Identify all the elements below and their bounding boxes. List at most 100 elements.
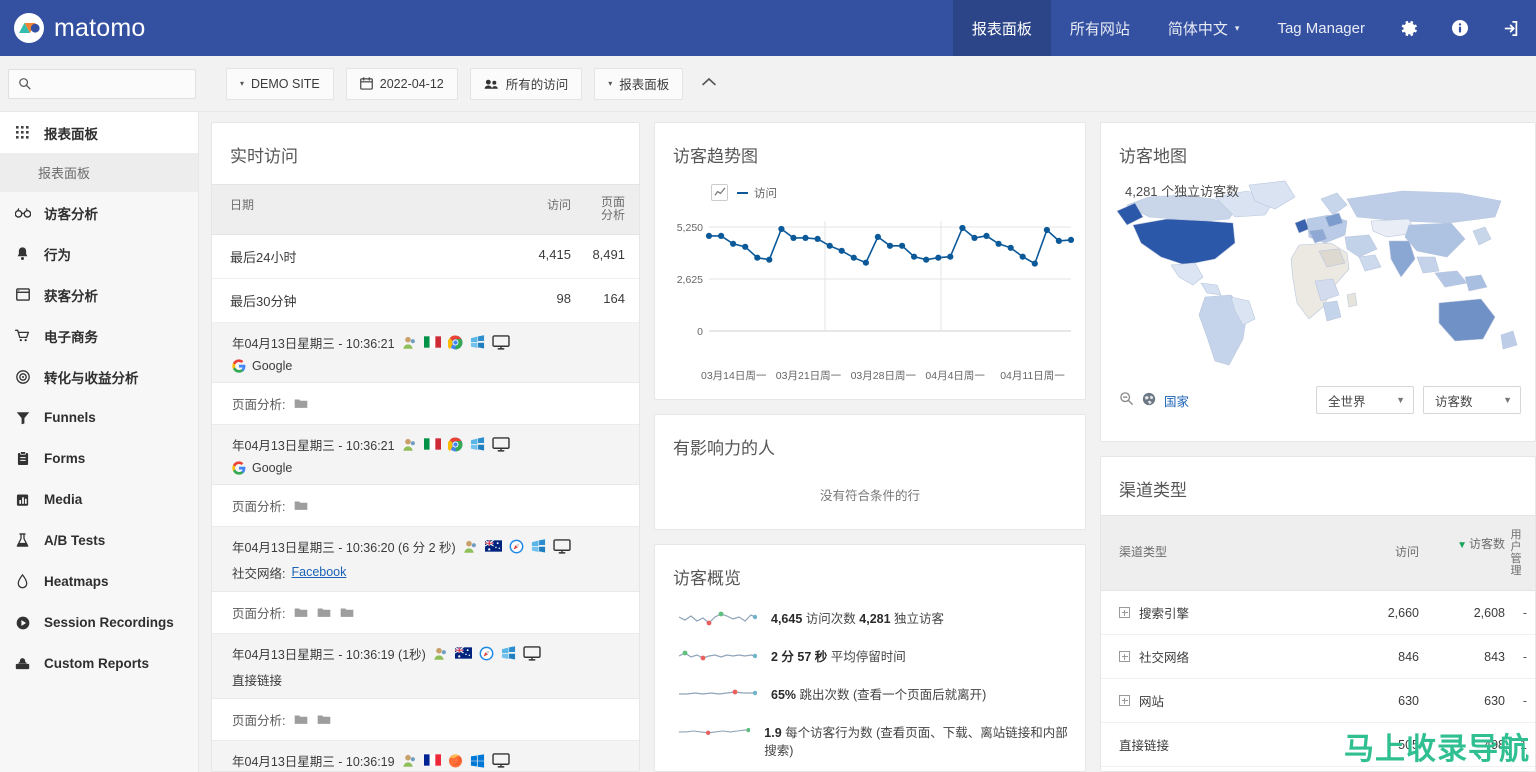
legend-item-visits[interactable]: 访问 xyxy=(737,185,777,201)
sidebar-item-custom-reports[interactable]: Custom Reports xyxy=(0,643,198,684)
overview-metric-duration[interactable]: 2 分 57 秒 平均停留时间 xyxy=(655,639,1085,677)
sidebar-item-media-label: Media xyxy=(44,492,83,507)
site-selector[interactable]: ▾ DEMO SITE xyxy=(226,67,334,100)
dashboard-column-2: 访客趋势图 访问 5,250 2,625 0 03月14日周一 03月21日周一… xyxy=(654,122,1086,772)
browser-firefox-icon xyxy=(448,753,463,768)
visitor-log-pages[interactable]: 页面分析: xyxy=(212,698,639,741)
report-icon xyxy=(14,657,31,670)
visit-datetime: 年04月13日星期三 - 10:36:21 xyxy=(232,438,395,453)
collapse-toolbar-button[interactable] xyxy=(701,75,717,93)
device-desktop-icon xyxy=(491,753,510,768)
visitor-log-entry[interactable]: 年04月13日星期三 - 10:36:20 (6 分 2 秒) 社交网络: Fa… xyxy=(212,526,639,592)
segment-selector[interactable]: 所有的访问 xyxy=(469,67,583,100)
sidebar-item-acquisition[interactable]: 获客分析 xyxy=(0,274,198,315)
folder-icon[interactable] xyxy=(294,398,308,409)
overview-bounce-suffix: 跳出次数 (查看一个页面后就离开) xyxy=(799,688,987,702)
visitor-icon xyxy=(402,753,417,768)
expand-icon[interactable] xyxy=(1119,651,1130,663)
overview-metric-visits[interactable]: 4,645 访问次数 4,281 独立访客 xyxy=(655,601,1085,639)
folder-icon[interactable] xyxy=(317,607,331,618)
search-box[interactable] xyxy=(8,68,196,99)
map-metric-select[interactable]: 访客数 ▼ xyxy=(1423,386,1521,414)
folder-icon[interactable] xyxy=(317,714,331,725)
brand-logo[interactable]: matomo xyxy=(0,0,146,56)
table-row[interactable]: 最后30分钟 98 164 xyxy=(212,279,639,323)
folder-icon[interactable] xyxy=(294,607,308,618)
sidebar-item-behaviour[interactable]: 行为 xyxy=(0,233,198,274)
topnav-language[interactable]: 简体中文 ▾ xyxy=(1149,0,1259,56)
sidebar-item-heatmaps[interactable]: Heatmaps xyxy=(0,561,198,602)
topnav-language-label: 简体中文 xyxy=(1167,20,1228,38)
map-country-link[interactable]: 国家 xyxy=(1164,391,1189,410)
visitor-log-entry[interactable]: 年04月13日星期三 - 10:36:19 Google xyxy=(212,740,639,771)
sidebar-item-custom-reports-label: Custom Reports xyxy=(44,656,150,671)
channel-col-visitors[interactable]: ▼ 访客数 xyxy=(1419,529,1505,552)
channel-col-visits[interactable]: 访问 xyxy=(1341,529,1419,560)
sidebar-item-media[interactable]: Media xyxy=(0,479,198,520)
settings-button[interactable] xyxy=(1384,0,1435,56)
channel-row-visits: 846 xyxy=(1398,649,1419,664)
channel-row-label: 搜索引擎 xyxy=(1139,607,1190,622)
folder-icon[interactable] xyxy=(294,714,308,725)
topnav-dashboard[interactable]: 报表面板 xyxy=(952,0,1051,56)
visit-referrer-link[interactable]: Facebook xyxy=(291,565,346,579)
expand-icon[interactable] xyxy=(1119,695,1130,707)
sidebar-item-visitors[interactable]: 访客分析 xyxy=(0,192,198,233)
globe-icon[interactable] xyxy=(1142,392,1156,409)
visitor-log-pages[interactable]: 页面分析: xyxy=(212,382,639,425)
sidebar-item-ecommerce[interactable]: 电子商务 xyxy=(0,315,198,356)
map-region-value: 全世界 xyxy=(1328,394,1366,409)
brand-name: matomo xyxy=(54,13,146,42)
topnav-all-websites[interactable]: 所有网站 xyxy=(1051,0,1149,56)
folder-icon[interactable] xyxy=(340,607,354,618)
table-row[interactable]: 最后24小时 4,415 8,491 xyxy=(212,235,639,279)
sidebar-subitem-dashboard[interactable]: 报表面板 xyxy=(0,153,198,192)
zoom-out-icon[interactable] xyxy=(1119,391,1134,409)
table-row[interactable]: 社交网络 846 843 - xyxy=(1101,635,1535,680)
topnav-tag-manager[interactable]: Tag Manager xyxy=(1258,0,1384,56)
visitor-log-pages[interactable]: 页面分析: xyxy=(212,591,639,634)
visitor-map-widget: 访客地图 4,281 个独立访客数 国家 全世界 ▼ 访客数 ▼ xyxy=(1100,122,1536,442)
chart-type-icon[interactable] xyxy=(711,184,728,201)
visitor-log-pages[interactable]: 页面分析: xyxy=(212,484,639,527)
influencers-title: 有影响力的人 xyxy=(673,439,775,458)
visitor-icon xyxy=(402,437,417,452)
sidebar-item-session-recordings[interactable]: Session Recordings xyxy=(0,602,198,643)
dashboard-selector[interactable]: ▾ 报表面板 xyxy=(594,67,684,100)
trend-line-chart[interactable]: 5,250 2,625 0 xyxy=(665,203,1075,363)
expand-icon[interactable] xyxy=(1119,607,1130,619)
overview-actions-value: 1.9 xyxy=(764,726,782,740)
overview-metric-bounce[interactable]: 65% 跳出次数 (查看一个页面后就离开) xyxy=(655,677,1085,715)
channel-col-name[interactable]: 渠道类型 xyxy=(1119,529,1341,560)
channel-types-title: 渠道类型 xyxy=(1119,481,1187,500)
visitor-log-entry[interactable]: 年04月13日星期三 - 10:36:21 Google xyxy=(212,322,639,383)
date-selector[interactable]: 2022-04-12 xyxy=(345,67,458,100)
world-map[interactable]: 4,281 个独立访客数 xyxy=(1101,173,1535,376)
table-row[interactable]: 网站 630 630 - xyxy=(1101,679,1535,724)
calendar-icon xyxy=(359,77,373,90)
search-input[interactable] xyxy=(37,76,186,91)
help-button[interactable] xyxy=(1435,0,1485,56)
realtime-visits-title: 实时访问 xyxy=(230,147,298,166)
map-region-select[interactable]: 全世界 ▼ xyxy=(1316,386,1414,414)
overview-metric-actions[interactable]: 1.9 每个访客行为数 (查看页面、下载、离站链接和内部搜索) xyxy=(655,715,1085,770)
visitor-log-entry[interactable]: 年04月13日星期三 - 10:36:19 (1秒) 直接链接 xyxy=(212,633,639,699)
window-icon xyxy=(14,288,31,301)
folder-icon[interactable] xyxy=(294,500,308,511)
sidebar-item-forms[interactable]: Forms xyxy=(0,438,198,479)
sidebar-item-ab-tests[interactable]: A/B Tests xyxy=(0,520,198,561)
table-row[interactable]: 搜索引擎 2,660 2,608 - xyxy=(1101,591,1535,636)
table-row[interactable]: 广告活动 4 xyxy=(1101,767,1535,771)
dashboard-column-1: 实时访问 日期 访问 页面 分析 最后24小时 4,415 8,491 最后30… xyxy=(211,122,640,772)
sidebar-item-dashboard[interactable]: 报表面板 xyxy=(0,112,198,153)
sidebar-item-funnels[interactable]: Funnels xyxy=(0,397,198,438)
visitor-log-entry[interactable]: 年04月13日星期三 - 10:36:21 Google xyxy=(212,424,639,485)
sidebar-item-goals[interactable]: 转化与收益分析 xyxy=(0,356,198,397)
sidebar-item-goals-label: 转化与收益分析 xyxy=(44,370,139,386)
channel-col-users[interactable]: 用 户 管 理 xyxy=(1505,529,1527,577)
watermark: 马上收录导航 xyxy=(1344,732,1530,767)
y-tick-label: 2,625 xyxy=(677,274,703,286)
top-navigation-bar: matomo 报表面板 所有网站 简体中文 ▾ Tag Manager xyxy=(0,0,1536,56)
sign-out-button[interactable] xyxy=(1485,0,1536,56)
world-map-svg[interactable] xyxy=(1109,173,1527,373)
